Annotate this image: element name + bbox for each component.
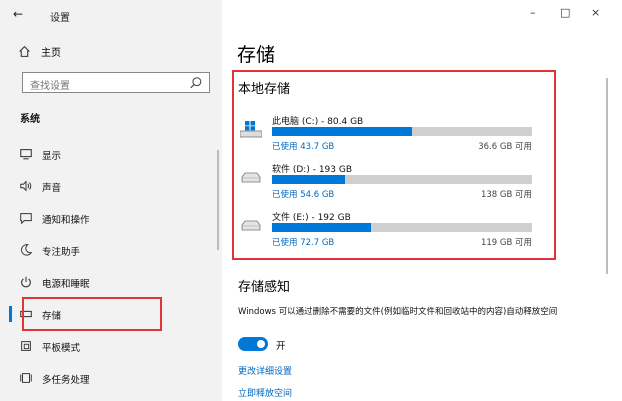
close-button[interactable]: × [591,6,600,19]
window-title: 设置 [50,13,70,24]
drive-name: 软件 (D:) - 193 GB [272,165,353,175]
drive-usage-fill [272,127,413,136]
sidebar-item-power-sleep[interactable]: 电源和睡眠 [0,271,222,293]
free-up-space-link[interactable]: 立即释放空间 [238,386,292,399]
sidebar-item-notifications[interactable]: 通知和操作 [0,207,222,229]
section-label: 系统 [20,114,40,125]
storage-sense-title: 存储感知 [238,280,291,295]
sidebar: ← 设置 主页 查找设置 系统 显示 声音 通知和操作 专注助手 电源和睡眠 存… [0,0,222,401]
multitask-icon [20,373,32,383]
drive-free: 138 GB 可用 [480,190,532,200]
monitor-icon [20,149,32,160]
search-icon [190,77,202,89]
sidebar-item-label: 通知和操作 [42,215,90,226]
drive-used: 已使用 72.7 GB [272,238,335,248]
sidebar-item-label: 主页 [41,48,61,59]
sidebar-item-sound[interactable]: 声音 [0,175,222,197]
sidebar-item-display[interactable]: 显示 [0,143,222,165]
maximize-button[interactable]: □ [560,6,570,19]
drive-name: 文件 (E:) - 192 GB [272,213,351,223]
search-placeholder: 查找设置 [30,81,70,92]
highlight-box-storage [22,297,162,331]
drive-name: 此电脑 (C:) - 80.4 GB [272,117,364,127]
selected-indicator [9,306,12,322]
drive-e[interactable]: 文件 (E:) - 192 GB 已使用 72.7 GB 119 GB 可用 [240,210,540,254]
sidebar-item-tablet-mode[interactable]: 平板模式 [0,335,222,357]
drive-usage-bar [272,223,532,232]
local-storage-title: 本地存储 [238,82,291,97]
windows-drive-icon [240,121,262,138]
drive-c[interactable]: 此电脑 (C:) - 80.4 GB 已使用 43.7 GB 36.6 GB 可… [240,114,540,158]
drive-usage-bar [272,175,532,184]
drive-used: 已使用 54.6 GB [272,190,335,200]
page-title: 存储 [237,44,276,66]
configure-storage-sense-link[interactable]: 更改详细设置 [238,364,292,377]
toggle-knob [257,340,265,348]
sidebar-item-label: 显示 [42,151,62,162]
sidebar-item-label: 平板模式 [42,343,81,354]
sidebar-item-label: 专注助手 [42,247,81,258]
storage-sense-toggle[interactable] [238,337,268,351]
sidebar-item-home[interactable]: 主页 [18,44,61,59]
back-button[interactable]: ← [13,7,23,21]
hard-drive-icon [241,220,261,231]
drive-usage-fill [272,175,345,184]
hard-drive-icon [241,172,261,183]
sidebar-item-label: 声音 [42,183,62,194]
toggle-label: 开 [276,341,286,352]
search-input[interactable]: 查找设置 [22,72,210,93]
moon-icon [21,244,33,256]
speaker-icon [20,180,32,192]
drive-free: 36.6 GB 可用 [478,142,532,152]
notification-icon [20,213,32,225]
drive-used: 已使用 43.7 GB [272,142,335,152]
drive-free: 119 GB 可用 [480,238,532,248]
drive-usage-bar [272,127,532,136]
drive-d[interactable]: 软件 (D:) - 193 GB 已使用 54.6 GB 138 GB 可用 [240,162,540,206]
home-icon [19,45,30,57]
power-icon [21,276,31,288]
storage-sense-description: Windows 可以通过删除不需要的文件(例如临时文件和回收站中的内容)自动释放… [238,307,558,317]
sidebar-item-label: 多任务处理 [42,375,90,386]
sidebar-item-multitasking[interactable]: 多任务处理 [0,367,222,389]
sidebar-item-focus-assist[interactable]: 专注助手 [0,239,222,261]
tablet-icon [21,341,31,351]
sidebar-scrollbar[interactable] [217,150,219,250]
minimize-button[interactable]: – [530,6,536,19]
drive-usage-fill [272,223,371,232]
sidebar-item-label: 电源和睡眠 [42,279,90,290]
main-scrollbar[interactable] [606,78,608,274]
